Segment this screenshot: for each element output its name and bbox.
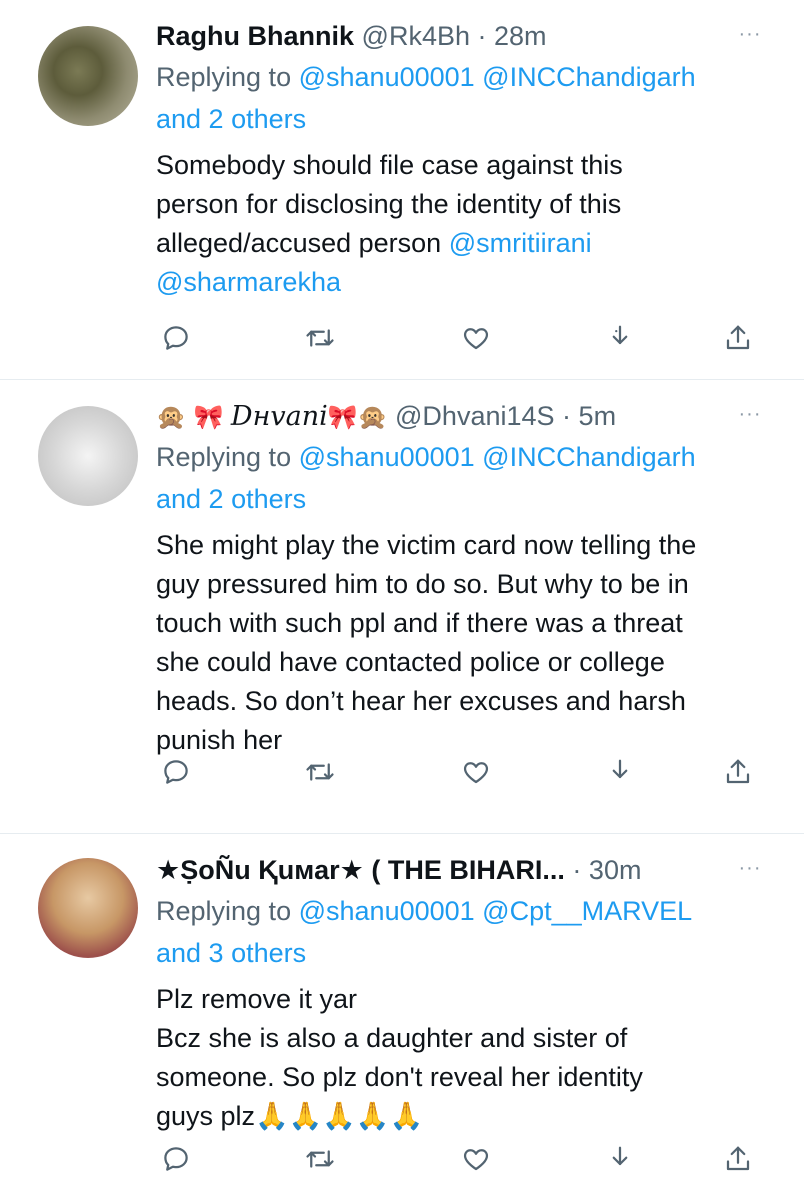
retweet-icon bbox=[306, 763, 334, 781]
avatar[interactable] bbox=[38, 26, 138, 126]
save-icon bbox=[612, 759, 628, 779]
retweet-button[interactable] bbox=[300, 318, 340, 358]
tweet-actions bbox=[156, 318, 756, 358]
replying-label: Replying to bbox=[156, 442, 292, 472]
name-emoji: 🙊 🎀 bbox=[156, 403, 224, 431]
more-icon[interactable]: ··· bbox=[730, 16, 770, 56]
text-line: Plz remove it yar bbox=[156, 984, 358, 1014]
save-icon bbox=[612, 325, 628, 345]
reply-others-link[interactable]: and 2 others bbox=[156, 484, 306, 514]
text-line: Bcz she is also a daughter and sister of bbox=[156, 1023, 628, 1053]
text-line: guys plz🙏🙏🙏🙏🙏 bbox=[156, 1101, 424, 1131]
like-icon bbox=[463, 762, 489, 784]
tweet-content: ★ṢoÑu Ⱪuмar★ ( THE BIHARI... · 30m ··· R… bbox=[156, 850, 784, 1136]
share-button[interactable] bbox=[718, 1139, 758, 1179]
reply-icon bbox=[164, 1147, 188, 1171]
tweet[interactable]: Raghu Bhannik @Rk4Bh · 28m ··· Replying … bbox=[0, 0, 804, 380]
tweet-content: 🙊 🎀 Dнvani🎀🙊 @Dhvani14S · 5m ··· Replyin… bbox=[156, 396, 784, 760]
name-emoji: 🎀🙊 bbox=[327, 403, 388, 431]
text-line: guy pressured him to do so. But why to b… bbox=[156, 569, 689, 599]
timestamp[interactable]: 30m bbox=[589, 855, 642, 885]
tweet[interactable]: ★ṢoÑu Ⱪuмar★ ( THE BIHARI... · 30m ··· R… bbox=[0, 834, 804, 1200]
replying-label: Replying to bbox=[156, 896, 292, 926]
text-line: person for disclosing the identity of th… bbox=[156, 189, 622, 219]
retweet-icon bbox=[306, 1150, 334, 1168]
text-line: alleged/accused person @smritiirani bbox=[156, 224, 784, 263]
save-button[interactable] bbox=[600, 1139, 640, 1179]
retweet-button[interactable] bbox=[300, 752, 340, 792]
reply-others-link[interactable]: and 3 others bbox=[156, 938, 306, 968]
reply-others-link[interactable]: and 2 others bbox=[156, 104, 306, 134]
share-icon bbox=[726, 325, 750, 350]
reply-button[interactable] bbox=[156, 1139, 196, 1179]
share-icon bbox=[726, 1146, 750, 1171]
tweet[interactable]: 🙊 🎀 Dнvani🎀🙊 @Dhvani14S · 5m ··· Replyin… bbox=[0, 380, 804, 834]
tweet-text: She might play the victim card now telli… bbox=[156, 526, 784, 760]
replying-to: Replying to @shanu00001 @Cpt__MARVEL and… bbox=[156, 890, 784, 974]
text-line: someone. So plz don't reveal her identit… bbox=[156, 1062, 643, 1092]
reply-mentions[interactable]: @shanu00001 @INCChandigarh bbox=[299, 442, 696, 472]
reply-button[interactable] bbox=[156, 318, 196, 358]
retweet-button[interactable] bbox=[300, 1139, 340, 1179]
timestamp[interactable]: 28m bbox=[494, 21, 547, 51]
like-button[interactable] bbox=[456, 752, 496, 792]
tweet-header: ★ṢoÑu Ⱪuмar★ ( THE BIHARI... · 30m ··· bbox=[156, 850, 784, 890]
tweet-header: 🙊 🎀 Dнvani🎀🙊 @Dhvani14S · 5m ··· bbox=[156, 396, 784, 436]
mention-link[interactable]: @smritiirani bbox=[449, 228, 592, 258]
more-icon[interactable]: ··· bbox=[730, 396, 770, 436]
separator-dot: · bbox=[572, 855, 582, 885]
save-button[interactable] bbox=[600, 752, 640, 792]
like-icon bbox=[463, 328, 489, 350]
timestamp[interactable]: 5m bbox=[579, 401, 617, 431]
reply-mentions[interactable]: @shanu00001 @Cpt__MARVEL bbox=[299, 896, 693, 926]
text-line: heads. So don’t hear her excuses and har… bbox=[156, 686, 686, 716]
tweet-header: Raghu Bhannik @Rk4Bh · 28m ··· bbox=[156, 16, 784, 56]
text-line: @sharmarekha bbox=[156, 263, 784, 302]
replying-to: Replying to @shanu00001 @INCChandigarh a… bbox=[156, 56, 784, 140]
share-icon bbox=[726, 759, 750, 784]
like-icon bbox=[463, 1149, 489, 1171]
text-line: She might play the victim card now telli… bbox=[156, 530, 697, 560]
text-line-part: alleged/accused person bbox=[156, 228, 442, 258]
save-button[interactable] bbox=[600, 318, 640, 358]
more-icon[interactable]: ··· bbox=[730, 850, 770, 890]
display-name[interactable]: Dнvani bbox=[231, 401, 328, 432]
text-line: Somebody should file case against this bbox=[156, 150, 623, 180]
reply-button[interactable] bbox=[156, 752, 196, 792]
user-handle[interactable]: @Dhvani14S bbox=[395, 401, 555, 431]
like-button[interactable] bbox=[456, 1139, 496, 1179]
replying-to: Replying to @shanu00001 @INCChandigarh a… bbox=[156, 436, 784, 520]
replying-label: Replying to bbox=[156, 62, 292, 92]
tweet-text: Somebody should file case against this p… bbox=[156, 146, 784, 302]
save-icon bbox=[612, 1146, 628, 1166]
display-name[interactable]: Raghu Bhannik bbox=[156, 21, 354, 51]
text-line: she could have contacted police or colle… bbox=[156, 647, 665, 677]
user-handle[interactable]: @Rk4Bh bbox=[362, 21, 470, 51]
reply-icon bbox=[164, 326, 188, 350]
separator-dot: · bbox=[562, 401, 572, 431]
mention-link[interactable]: @sharmarekha bbox=[156, 267, 341, 297]
tweet-actions bbox=[156, 752, 756, 792]
share-button[interactable] bbox=[718, 752, 758, 792]
like-button[interactable] bbox=[456, 318, 496, 358]
separator-dot: · bbox=[477, 21, 487, 51]
avatar[interactable] bbox=[38, 406, 138, 506]
avatar[interactable] bbox=[38, 858, 138, 958]
reply-icon bbox=[164, 760, 188, 784]
share-button[interactable] bbox=[718, 318, 758, 358]
tweet-text: Plz remove it yar Bcz she is also a daug… bbox=[156, 980, 784, 1136]
retweet-icon bbox=[306, 329, 334, 347]
display-name[interactable]: ★ṢoÑu Ⱪuмar★ ( THE BIHARI... bbox=[156, 855, 565, 885]
tweet-actions bbox=[156, 1139, 756, 1179]
tweet-content: Raghu Bhannik @Rk4Bh · 28m ··· Replying … bbox=[156, 16, 784, 302]
text-line: touch with such ppl and if there was a t… bbox=[156, 608, 683, 638]
reply-mentions[interactable]: @shanu00001 @INCChandigarh bbox=[299, 62, 696, 92]
